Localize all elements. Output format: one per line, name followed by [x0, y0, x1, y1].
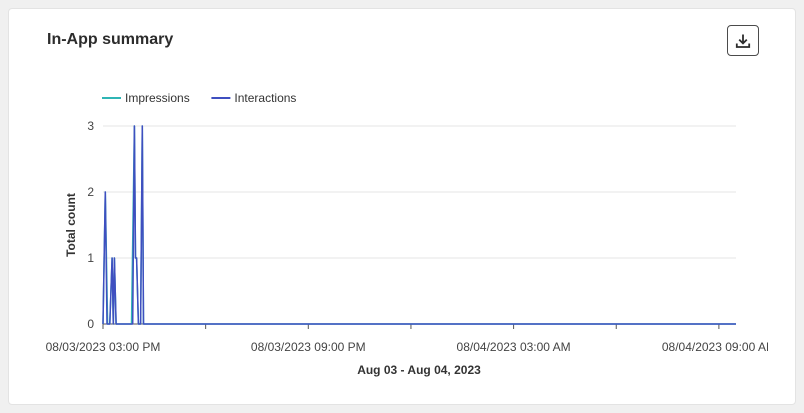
chart-legend: Impressions Interactions — [102, 91, 296, 105]
legend-label: Interactions — [234, 91, 296, 105]
chart-gridlines — [103, 125, 736, 325]
series-line-interactions — [102, 125, 736, 325]
y-axis-label: Total count — [64, 193, 78, 257]
x-tick-label: 08/03/2023 09:00 PM — [251, 340, 366, 354]
y-tick-label: 1 — [87, 251, 94, 265]
x-tick-label: 08/03/2023 03:00 PM — [46, 340, 161, 354]
x-axis-label: Aug 03 - Aug 04, 2023 — [357, 363, 481, 377]
series-line-impressions — [102, 125, 736, 325]
legend-label: Impressions — [125, 91, 190, 105]
x-tick-label: 08/04/2023 09:00 AM — [662, 340, 776, 354]
y-axis-ticks: 0 1 2 3 — [87, 119, 94, 331]
chart-series — [102, 125, 736, 325]
y-tick-label: 2 — [87, 185, 94, 199]
x-tick-label: 08/04/2023 03:00 AM — [457, 340, 571, 354]
in-app-chart: Impressions Interactions 0 1 2 3 08/03/2023 … — [46, 91, 776, 377]
y-tick-label: 0 — [87, 317, 94, 331]
x-axis-ticks: 08/03/2023 03:00 PM 08/03/2023 09:00 PM 08… — [46, 324, 776, 354]
y-tick-label: 3 — [87, 119, 94, 133]
